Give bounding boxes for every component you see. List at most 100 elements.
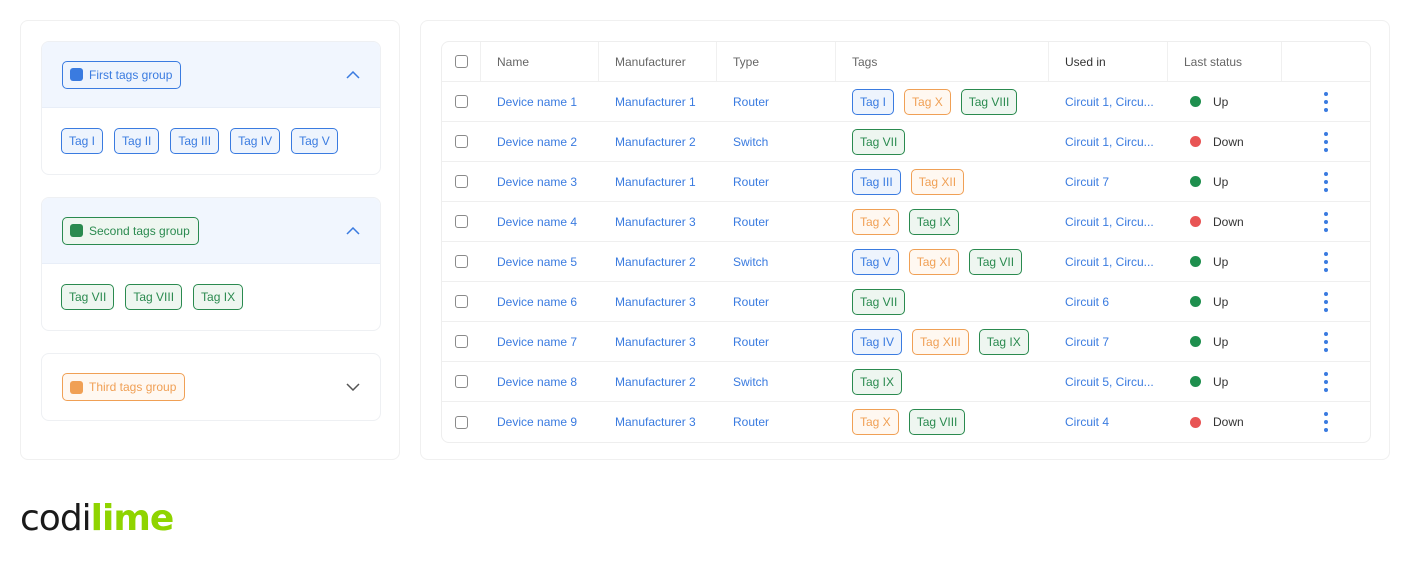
tag-chip[interactable]: Tag IV: [230, 128, 281, 154]
tag-group-header[interactable]: Second tags group: [42, 198, 380, 264]
column-header-name[interactable]: Name: [481, 42, 599, 81]
tag-chip[interactable]: Tag II: [114, 128, 160, 154]
device-name-link[interactable]: Device name 8: [497, 375, 577, 389]
tag-chip[interactable]: Tag IX: [908, 208, 959, 235]
manufacturer-link[interactable]: Manufacturer 1: [615, 95, 696, 109]
more-actions-kebab-icon[interactable]: [1320, 288, 1332, 316]
tag-chip[interactable]: Tag VII: [61, 284, 115, 310]
tag-chip[interactable]: Tag X: [852, 208, 899, 235]
tag-group-header[interactable]: Third tags group: [42, 354, 380, 420]
type-link[interactable]: Router: [733, 335, 769, 349]
used-in-link[interactable]: Circuit 7: [1065, 335, 1109, 349]
tag-chip[interactable]: Tag V: [852, 248, 899, 275]
manufacturer-link[interactable]: Manufacturer 3: [615, 335, 696, 349]
tag-chip[interactable]: Tag XII: [910, 168, 965, 195]
manufacturer-link[interactable]: Manufacturer 3: [615, 295, 696, 309]
row-checkbox[interactable]: [455, 175, 468, 188]
more-actions-kebab-icon[interactable]: [1320, 408, 1332, 436]
tag-group-chip[interactable]: First tags group: [62, 60, 182, 89]
device-name-link[interactable]: Device name 9: [497, 415, 577, 429]
tag-chip[interactable]: Tag IX: [852, 368, 903, 395]
tag-group-chip[interactable]: Third tags group: [62, 373, 186, 401]
type-link[interactable]: Router: [733, 295, 769, 309]
tag-chip[interactable]: Tag IX: [193, 284, 244, 310]
row-checkbox[interactable]: [455, 415, 468, 429]
tag-chip[interactable]: Tag I: [852, 88, 895, 115]
type-link[interactable]: Switch: [733, 135, 768, 149]
manufacturer-link[interactable]: Manufacturer 2: [615, 255, 696, 269]
type-link[interactable]: Router: [733, 215, 769, 229]
manufacturer-link[interactable]: Manufacturer 2: [615, 375, 696, 389]
used-in-link[interactable]: Circuit 1, Circu...: [1065, 135, 1154, 149]
tag-chip[interactable]: Tag VII: [968, 248, 1023, 275]
row-checkbox[interactable]: [455, 295, 468, 308]
tag-group-header[interactable]: First tags group: [42, 42, 380, 108]
used-in-link[interactable]: Circuit 7: [1065, 175, 1109, 189]
tag-chip[interactable]: Tag X: [904, 88, 951, 115]
device-name-link[interactable]: Device name 5: [497, 255, 577, 269]
tag-chip[interactable]: Tag V: [291, 128, 338, 154]
used-in-link[interactable]: Circuit 1, Circu...: [1065, 255, 1154, 269]
type-link[interactable]: Router: [733, 95, 769, 109]
cell-tags: Tag VII: [836, 122, 1049, 161]
tag-chip[interactable]: Tag III: [170, 128, 220, 154]
more-actions-kebab-icon[interactable]: [1320, 248, 1332, 276]
manufacturer-link[interactable]: Manufacturer 2: [615, 135, 696, 149]
cell-tags: Tag I Tag X Tag VIII: [836, 82, 1049, 121]
tag-chip[interactable]: Tag X: [852, 409, 899, 435]
tag-chip[interactable]: Tag VII: [852, 128, 906, 155]
column-header-tags[interactable]: Tags: [836, 42, 1049, 81]
row-checkbox[interactable]: [455, 135, 468, 148]
used-in-link[interactable]: Circuit 1, Circu...: [1065, 95, 1154, 109]
chevron-up-icon[interactable]: [346, 224, 360, 238]
device-name-link[interactable]: Device name 7: [497, 335, 577, 349]
used-in-link[interactable]: Circuit 5, Circu...: [1065, 375, 1154, 389]
type-link[interactable]: Router: [733, 415, 769, 429]
used-in-link[interactable]: Circuit 1, Circu...: [1065, 215, 1154, 229]
tag-chip[interactable]: Tag VII: [852, 288, 906, 315]
chevron-down-icon[interactable]: [346, 380, 360, 394]
tag-chip[interactable]: Tag IX: [978, 328, 1029, 355]
more-actions-kebab-icon[interactable]: [1320, 368, 1332, 396]
device-name-link[interactable]: Device name 3: [497, 175, 577, 189]
row-checkbox[interactable]: [455, 375, 468, 388]
manufacturer-link[interactable]: Manufacturer 3: [615, 415, 696, 429]
more-actions-kebab-icon[interactable]: [1320, 208, 1332, 236]
manufacturer-link[interactable]: Manufacturer 1: [615, 175, 696, 189]
row-checkbox[interactable]: [455, 215, 468, 228]
tag-group-chip[interactable]: Second tags group: [62, 216, 199, 245]
device-name-link[interactable]: Device name 1: [497, 95, 577, 109]
tag-chip[interactable]: Tag I: [61, 128, 104, 154]
row-checkbox[interactable]: [455, 255, 468, 268]
manufacturer-link[interactable]: Manufacturer 3: [615, 215, 696, 229]
row-checkbox[interactable]: [455, 335, 468, 348]
more-actions-kebab-icon[interactable]: [1320, 88, 1332, 116]
type-link[interactable]: Router: [733, 175, 769, 189]
type-link[interactable]: Switch: [733, 255, 768, 269]
more-actions-kebab-icon[interactable]: [1320, 128, 1332, 156]
column-header-type[interactable]: Type: [717, 42, 836, 81]
cell-actions: [1282, 202, 1370, 241]
used-in-link[interactable]: Circuit 4: [1065, 415, 1109, 429]
tag-chip[interactable]: Tag XI: [908, 248, 959, 275]
more-actions-kebab-icon[interactable]: [1320, 328, 1332, 356]
column-header-used-in[interactable]: Used in: [1049, 42, 1168, 81]
type-link[interactable]: Switch: [733, 375, 768, 389]
more-actions-kebab-icon[interactable]: [1320, 168, 1332, 196]
row-checkbox[interactable]: [455, 95, 468, 108]
tag-chip[interactable]: Tag IV: [852, 328, 903, 355]
tag-chip[interactable]: Tag VIII: [908, 409, 966, 435]
device-name-link[interactable]: Device name 2: [497, 135, 577, 149]
select-all-checkbox[interactable]: [455, 55, 468, 68]
used-in-link[interactable]: Circuit 6: [1065, 295, 1109, 309]
chevron-up-icon[interactable]: [346, 68, 360, 82]
column-header-manufacturer[interactable]: Manufacturer: [599, 42, 717, 81]
device-name-link[interactable]: Device name 4: [497, 215, 577, 229]
tag-chip[interactable]: Tag III: [852, 168, 901, 195]
row-checkbox-cell: [442, 122, 481, 161]
tag-chip[interactable]: Tag XIII: [912, 328, 969, 355]
column-header-last-status[interactable]: Last status: [1168, 42, 1282, 81]
tag-chip[interactable]: Tag VIII: [960, 88, 1018, 115]
device-name-link[interactable]: Device name 6: [497, 295, 577, 309]
tag-chip[interactable]: Tag VIII: [125, 284, 183, 310]
